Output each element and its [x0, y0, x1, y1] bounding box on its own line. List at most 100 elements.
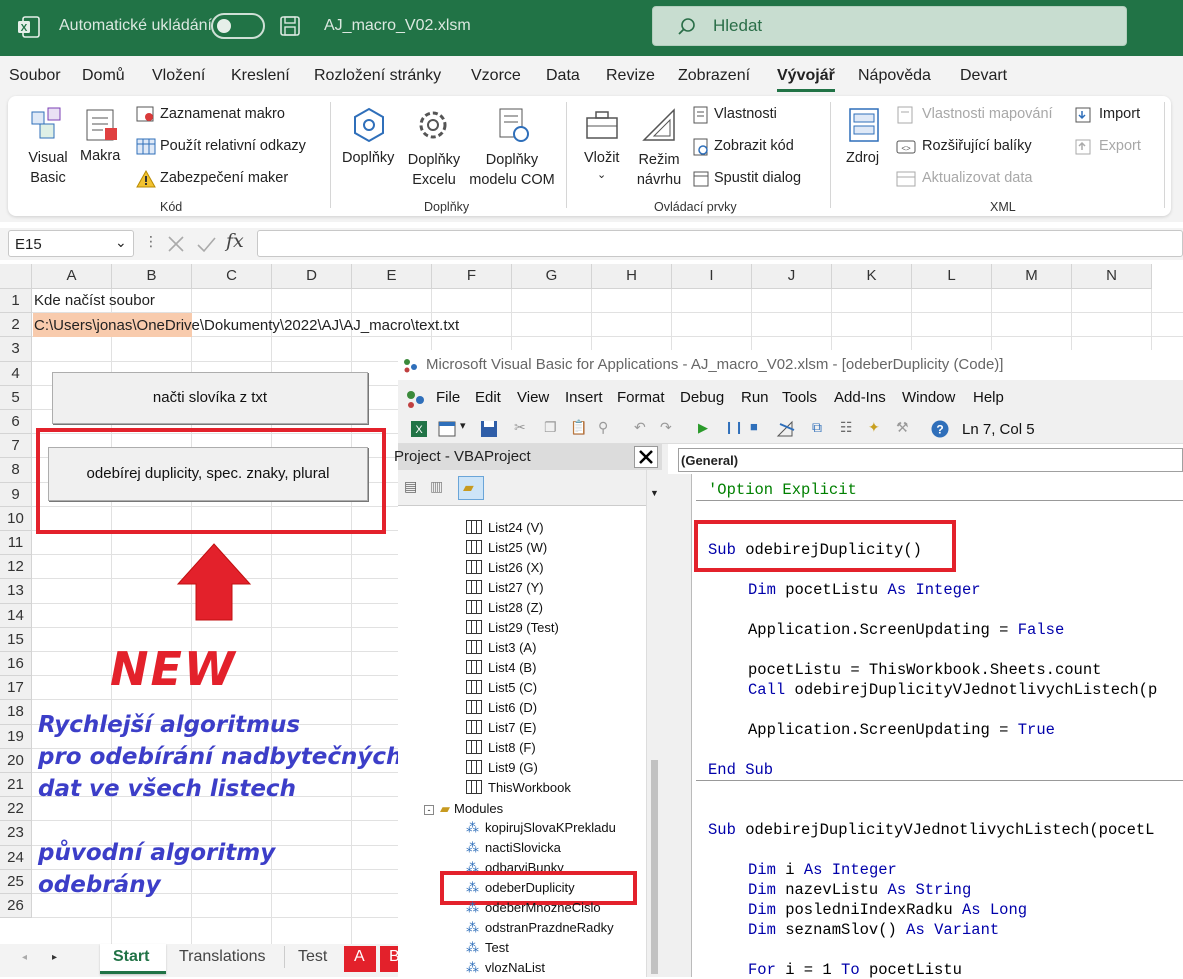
column-header[interactable]: L — [912, 264, 992, 289]
row-header[interactable]: 18 — [0, 700, 32, 725]
column-header[interactable]: C — [192, 264, 272, 289]
row-header[interactable]: 26 — [0, 894, 32, 919]
close-pane-button[interactable] — [634, 446, 658, 468]
row-header[interactable]: 11 — [0, 531, 32, 556]
vbe-menu-view[interactable]: View — [517, 389, 549, 406]
row-header[interactable]: 10 — [0, 506, 32, 531]
tree-item-sheet[interactable]: List27 (Y) — [466, 580, 544, 598]
undo-icon[interactable]: ↶ — [634, 419, 646, 436]
sheet-tab-start[interactable]: Start — [100, 944, 166, 974]
tab-soubor[interactable]: Soubor — [9, 67, 61, 85]
vbe-menu-run[interactable]: Run — [741, 389, 769, 406]
row-header[interactable]: 20 — [0, 748, 32, 773]
tree-item-sheet[interactable]: ThisWorkbook — [466, 780, 571, 798]
import-button[interactable]: Import — [1074, 104, 1164, 126]
tab-revize[interactable]: Revize — [606, 67, 655, 85]
view-code-icon[interactable]: ▤ — [404, 478, 417, 495]
code-line-app1[interactable]: Application.ScreenUpdating = False — [748, 621, 1064, 639]
tree-item-module[interactable]: ⁂ vlozNaList — [466, 960, 545, 978]
row-header[interactable]: 19 — [0, 724, 32, 749]
code-line-dim1[interactable]: Dim pocetListu As Integer — [748, 581, 981, 599]
column-header[interactable]: B — [112, 264, 192, 289]
next-sheet-icon[interactable]: ▸ — [52, 952, 57, 963]
column-header[interactable]: K — [832, 264, 912, 289]
row-header[interactable]: 21 — [0, 773, 32, 798]
help-icon[interactable]: ? — [930, 419, 950, 439]
tab-vlozeni[interactable]: Vložení — [152, 67, 205, 85]
tab-vzorce[interactable]: Vzorce — [471, 67, 521, 85]
paste-icon[interactable]: 📋 — [570, 419, 587, 436]
column-header[interactable]: H — [592, 264, 672, 289]
row-header[interactable]: 4 — [0, 361, 32, 386]
vbe-menu-format[interactable]: Format — [617, 389, 665, 406]
makra-button[interactable]: Makra — [78, 102, 128, 186]
row-header[interactable]: 8 — [0, 458, 32, 483]
vbe-menu-tools[interactable]: Tools — [782, 389, 817, 406]
code-line-call[interactable]: Call odebirejDuplicityVJednotlivychListe… — [748, 681, 1157, 699]
cut-icon[interactable]: ✂ — [514, 419, 526, 436]
code-line-endsub[interactable]: End Sub — [708, 761, 773, 779]
tab-devart[interactable]: Devart — [960, 67, 1007, 85]
tree-item-sheet[interactable]: List8 (F) — [466, 740, 536, 758]
refresh-data-button[interactable]: Aktualizovat data — [896, 168, 1066, 190]
visual-basic-button[interactable]: Visual Basic — [20, 102, 76, 186]
column-header[interactable]: J — [752, 264, 832, 289]
reset-icon[interactable]: ■ — [750, 419, 758, 434]
redo-icon[interactable]: ↷ — [660, 419, 672, 436]
tree-item-module[interactable]: ⁂ odstranPrazdneRadky — [466, 920, 614, 938]
row-header[interactable]: 17 — [0, 676, 32, 701]
insert-function-icon[interactable]: fx — [226, 230, 244, 252]
prev-sheet-icon[interactable]: ◂ — [22, 952, 27, 963]
tree-item-sheet[interactable]: List4 (B) — [466, 660, 536, 678]
tree-item-module[interactable]: ⁂ nactiSlovicka — [466, 840, 561, 858]
row-header[interactable]: 12 — [0, 555, 32, 580]
column-header[interactable]: M — [992, 264, 1072, 289]
column-header[interactable]: D — [272, 264, 352, 289]
tree-item-sheet[interactable]: List24 (V) — [466, 520, 544, 538]
toolbox-icon[interactable]: ⚒ — [896, 419, 909, 436]
tab-kresleni[interactable]: Kreslení — [231, 67, 290, 85]
tab-vyvojar[interactable]: Vývojář — [777, 67, 835, 85]
column-header[interactable]: G — [512, 264, 592, 289]
code-line-dim-i[interactable]: Dim i As Integer — [748, 861, 897, 879]
code-line-for[interactable]: For i = 1 To pocetListu — [748, 961, 962, 979]
row-header[interactable]: 22 — [0, 797, 32, 822]
tab-napoveda[interactable]: Nápověda — [858, 67, 931, 85]
view-excel-icon[interactable]: X — [410, 420, 428, 438]
sheet-tab-test[interactable]: Test — [298, 948, 327, 966]
load-words-button[interactable]: načti slovíka z txt — [52, 372, 368, 424]
collapse-icon[interactable]: - — [424, 805, 434, 815]
design-mode-icon[interactable] — [776, 420, 796, 438]
save-icon[interactable] — [480, 420, 498, 438]
code-line-option[interactable]: 'Option Explicit — [708, 481, 857, 499]
tree-item-module[interactable]: ⁂ odeberMnozneCislo — [466, 900, 601, 918]
row-header[interactable]: 15 — [0, 627, 32, 652]
code-line-dim-seznam[interactable]: Dim seznamSlov() As Variant — [748, 921, 999, 939]
column-header[interactable]: I — [672, 264, 752, 289]
tree-item-sheet[interactable]: List29 (Test) — [466, 620, 559, 638]
row-header[interactable]: 25 — [0, 869, 32, 894]
column-header[interactable]: A — [32, 264, 112, 289]
vbe-menu-window[interactable]: Window — [902, 389, 955, 406]
tree-folder-modules[interactable]: - ▰ Modules — [424, 801, 503, 817]
vbe-menu-insert[interactable]: Insert — [565, 389, 603, 406]
tree-scrollbar[interactable]: ▼ — [646, 470, 662, 977]
vbe-menu-debug[interactable]: Debug — [680, 389, 724, 406]
code-line-assign[interactable]: pocetListu = ThisWorkbook.Sheets.count — [748, 661, 1101, 679]
search-box[interactable]: Hledat — [652, 6, 1127, 46]
row-header[interactable]: 23 — [0, 821, 32, 846]
tree-item-sheet[interactable]: List25 (W) — [466, 540, 547, 558]
export-button[interactable]: Export — [1074, 136, 1164, 158]
doplnky-button[interactable]: Doplňky — [340, 102, 400, 186]
row-header[interactable]: 2 — [0, 313, 32, 338]
break-icon[interactable]: ❙❙ — [724, 420, 744, 434]
toggle-folders-button[interactable]: ▰ — [458, 476, 484, 500]
record-macro-button[interactable]: Zaznamenat makro — [136, 104, 316, 126]
sheet-tab-translations[interactable]: Translations — [179, 948, 266, 966]
row-header[interactable]: 9 — [0, 482, 32, 507]
select-all-corner[interactable] — [0, 264, 32, 289]
row-header[interactable]: 14 — [0, 603, 32, 628]
excel-addins-button[interactable]: Doplňky Excelu — [404, 102, 464, 188]
column-header[interactable]: N — [1072, 264, 1152, 289]
code-line-sub2[interactable]: Sub odebirejDuplicityVJednotlivychListec… — [708, 821, 1154, 839]
